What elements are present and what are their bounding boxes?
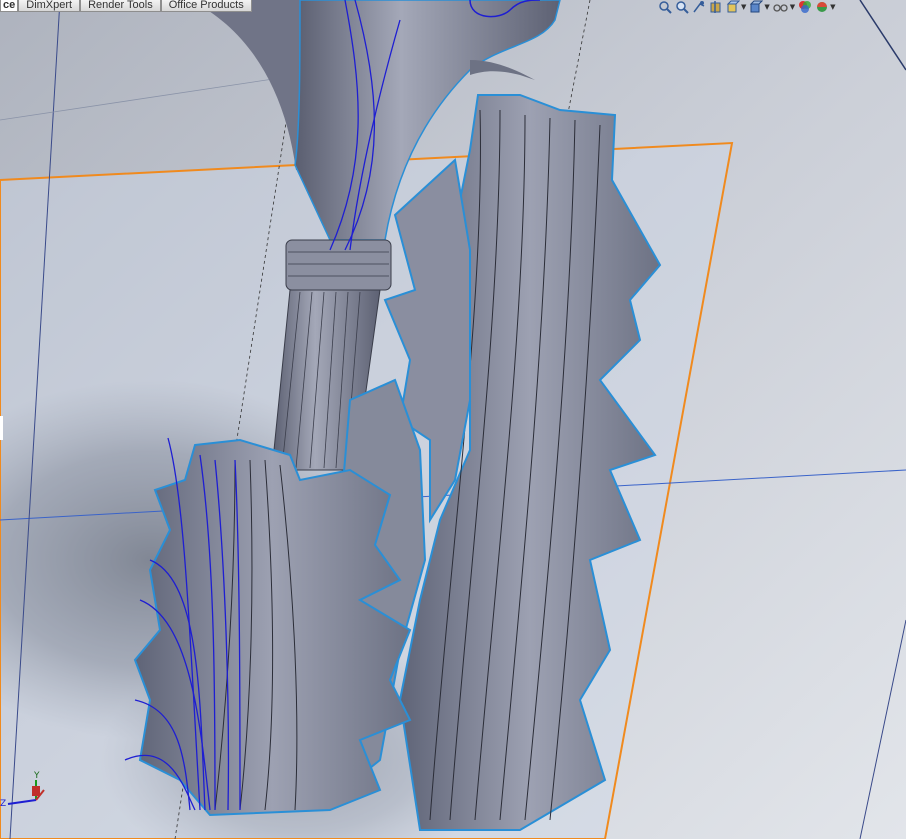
previous-view-icon[interactable]: [692, 0, 706, 14]
view-orientation-icon[interactable]: ▼: [726, 0, 746, 14]
triad-z-label: Z: [0, 799, 6, 809]
tab-office-products[interactable]: Office Products: [160, 0, 252, 12]
heads-up-view-toolbar: ▼ ▼ ▼ ▼: [658, 0, 836, 14]
zoom-to-fit-icon[interactable]: [658, 0, 672, 14]
tab-features[interactable]: ce: [0, 0, 19, 12]
section-view-icon[interactable]: [709, 0, 723, 14]
apply-scene-icon[interactable]: ▼: [815, 0, 836, 14]
command-manager-tabs: ce DimXpert Render Tools Office Products: [0, 0, 252, 13]
collar-ring[interactable]: [285, 239, 392, 291]
display-style-icon[interactable]: ▼: [749, 0, 770, 14]
selection-marker: [0, 416, 3, 440]
hide-show-items-icon[interactable]: ▼: [773, 0, 795, 14]
triad-y-label: Y: [33, 771, 40, 781]
zoom-to-area-icon[interactable]: [675, 0, 689, 14]
edit-appearance-icon[interactable]: [798, 0, 812, 14]
tab-dimxpert[interactable]: DimXpert: [18, 0, 81, 12]
tab-render-tools[interactable]: Render Tools: [80, 0, 161, 12]
graphics-area[interactable]: Y Z: [0, 0, 906, 839]
